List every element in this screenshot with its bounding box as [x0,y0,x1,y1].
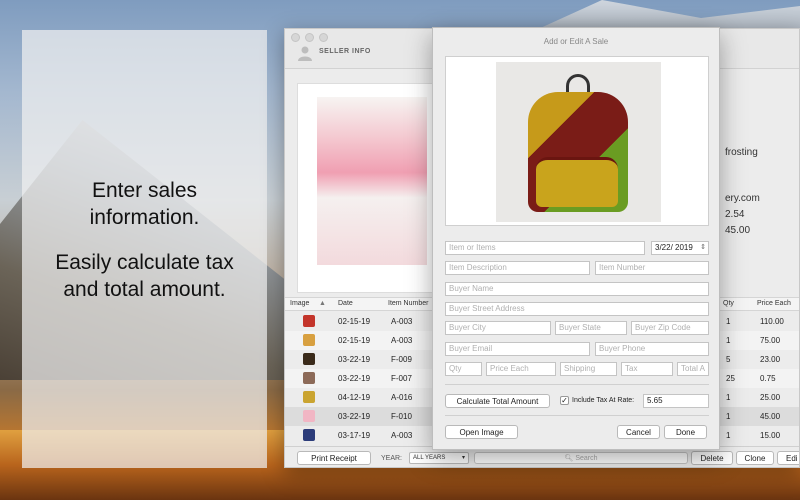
row-date: 03-22-19 [338,355,371,364]
cake-image [317,97,427,265]
buyer-street-field[interactable]: Buyer Street Address [445,302,709,316]
row-qty: 1 [726,317,731,326]
include-tax-label: Include Tax At Rate: [572,397,635,404]
chevron-down-icon: ▾ [461,455,465,461]
date-stepper-icon[interactable]: ⇕ [700,242,706,254]
backpack-image [496,62,661,222]
buyer-email-field[interactable]: Buyer Email [445,342,590,356]
row-thumbnail [303,353,315,365]
row-price: 0.75 [760,374,776,383]
row-date: 04-12-19 [338,393,371,402]
edit-button[interactable]: Edi [777,451,799,465]
date-field[interactable]: 3/22/ 2019 ⇕ [651,241,709,255]
row-date: 02-15-19 [338,317,371,326]
year-label: YEAR: [381,455,403,462]
tax-field[interactable]: Tax [621,362,673,376]
sort-arrow-icon: ▲ [319,300,326,307]
row-qty: 25 [726,374,735,383]
column-header-image[interactable]: Image [290,300,309,307]
zoom-window-button[interactable] [319,33,328,42]
search-placeholder: Search [575,455,598,462]
column-header-qty[interactable]: Qty [723,300,734,307]
row-date: 02-15-19 [338,336,371,345]
detail-description: frosting [725,147,758,158]
row-price: 15.00 [760,431,781,440]
row-thumbnail [303,391,315,403]
row-qty: 1 [726,336,731,345]
open-image-button[interactable]: Open Image [445,425,518,439]
detail-total: 45.00 [725,225,751,236]
row-price: 23.00 [760,355,781,364]
total-amount-field[interactable]: Total A [677,362,709,376]
detail-tax: 2.54 [725,209,745,220]
buyer-city-field[interactable]: Buyer City [445,321,551,335]
promo-line-2: Easily calculate tax and total amount. [55,251,234,301]
add-edit-sale-dialog: Add or Edit A Sale Item or Items 3/22/ 2… [432,27,720,450]
tax-rate-field[interactable]: 5.65 [643,394,709,408]
row-thumbnail [303,334,315,346]
item-number-field[interactable]: Item Number [595,261,709,275]
print-receipt-button[interactable]: Print Receipt [297,451,371,465]
row-item-number: F-007 [391,374,412,383]
item-field[interactable]: Item or Items [445,241,645,255]
row-price: 45.00 [760,412,781,421]
window-controls [291,33,328,42]
row-thumbnail [303,410,315,422]
minimize-window-button[interactable] [305,33,314,42]
row-date: 03-22-19 [338,374,371,383]
column-header-item-number[interactable]: Item Number [388,300,428,307]
row-thumbnail [303,429,315,441]
row-price: 25.00 [760,393,781,402]
row-item-number: A-003 [391,336,413,345]
row-date: 03-22-19 [338,412,371,421]
search-icon: 🔍︎ [564,455,574,462]
row-qty: 5 [726,355,731,364]
separator [445,384,709,385]
row-item-number: A-003 [391,431,413,440]
calculate-total-button[interactable]: Calculate Total Amount [445,394,550,408]
date-value: 3/22/ 2019 [655,243,693,252]
buyer-zip-field[interactable]: Buyer Zip Code [631,321,709,335]
seller-info-button[interactable]: SELLER INFO [319,48,371,55]
row-thumbnail [303,315,315,327]
item-description-field[interactable]: Item Description [445,261,590,275]
done-button[interactable]: Done [664,425,707,439]
close-window-button[interactable] [291,33,300,42]
separator [445,415,709,416]
row-item-number: A-016 [391,393,413,402]
include-tax-checkbox[interactable]: ✓ [560,396,569,405]
cancel-button[interactable]: Cancel [617,425,660,439]
dialog-title: Add or Edit A Sale [543,37,609,46]
clone-button[interactable]: Clone [736,451,774,465]
row-qty: 1 [726,412,731,421]
promo-panel: Enter sales information. Easily calculat… [22,30,267,468]
column-header-date[interactable]: Date [338,300,353,307]
qty-field[interactable]: Qty [445,362,482,376]
row-item-number: F-010 [391,412,412,421]
buyer-name-field[interactable]: Buyer Name [445,282,709,296]
year-select[interactable]: ALL YEARS ▾ [409,452,469,464]
shipping-field[interactable]: Shipping [560,362,617,376]
price-each-field[interactable]: Price Each [486,362,556,376]
row-price: 75.00 [760,336,781,345]
delete-button[interactable]: Delete [691,451,733,465]
person-icon[interactable] [297,45,313,61]
row-qty: 1 [726,393,731,402]
buyer-phone-field[interactable]: Buyer Phone [595,342,709,356]
promo-line-1: Enter sales information. [89,179,200,229]
row-price: 110.00 [760,317,784,326]
detail-website: ery.com [725,193,760,204]
search-input[interactable]: 🔍︎ Search [474,452,688,464]
column-header-price-each[interactable]: Price Each [757,300,791,307]
item-image-well[interactable] [445,56,709,226]
backpack-pocket [536,157,618,207]
year-select-value: ALL YEARS [413,455,446,461]
row-date: 03-17-19 [338,431,371,440]
buyer-state-field[interactable]: Buyer State [555,321,627,335]
row-qty: 1 [726,431,731,440]
row-item-number: F-009 [391,355,412,364]
row-item-number: A-003 [391,317,413,326]
row-thumbnail [303,372,315,384]
